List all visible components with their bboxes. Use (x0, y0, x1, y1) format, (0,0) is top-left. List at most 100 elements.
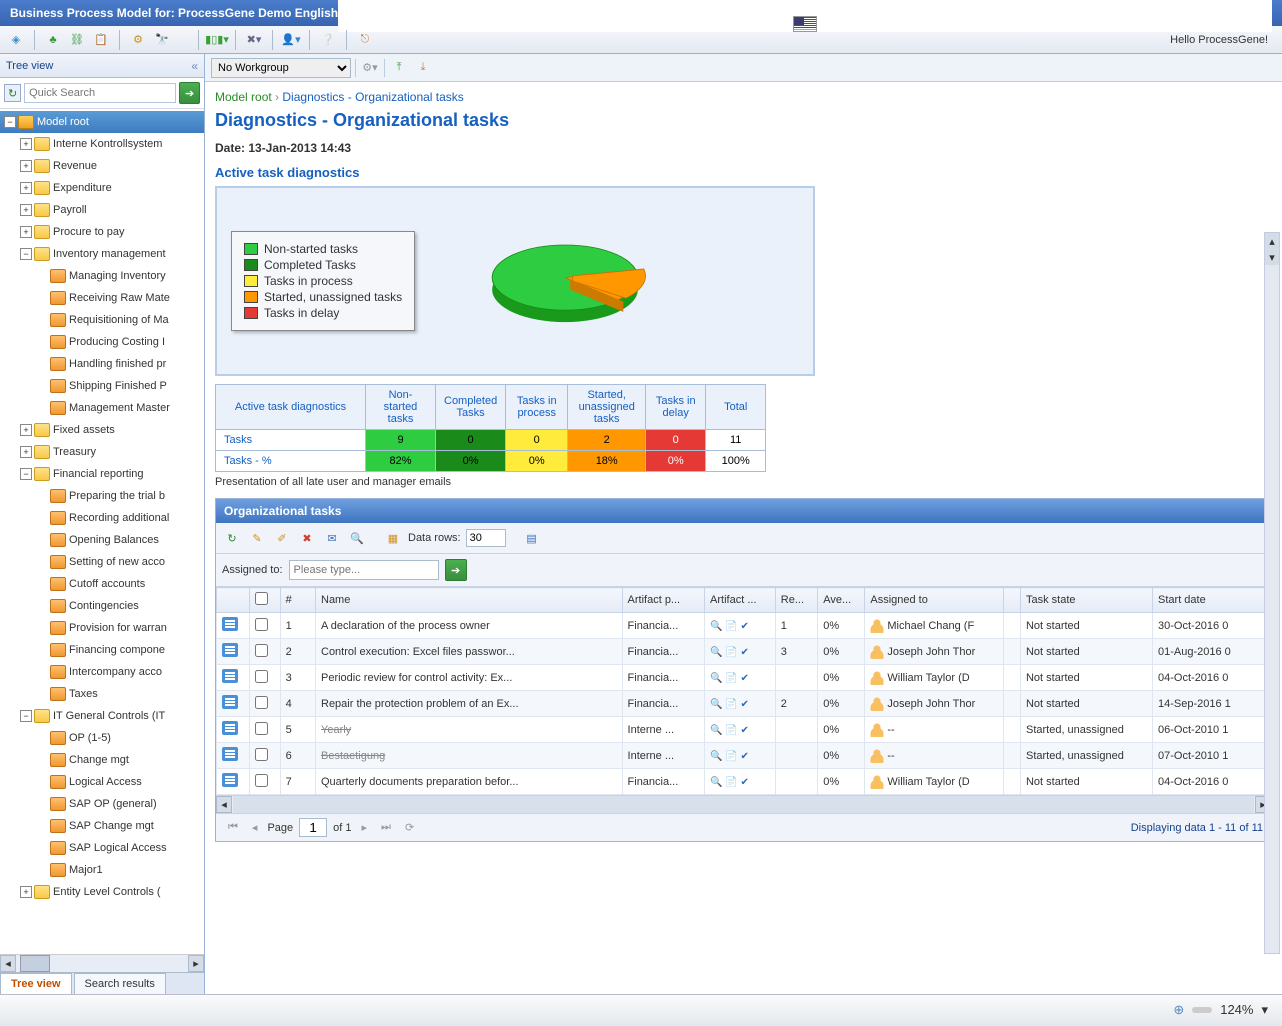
grid-icon[interactable]: ▦ (383, 528, 403, 548)
artifact-icons[interactable]: 🔍 📄 ✔ (710, 699, 749, 710)
breadcrumb-current[interactable]: Diagnostics - Organizational tasks (282, 90, 463, 104)
grid-h-scrollbar[interactable]: ◂▸ (216, 795, 1271, 813)
tree-item[interactable]: +Expenditure (0, 177, 204, 199)
chart-icon[interactable]: ▮▯▮▾ (207, 30, 227, 50)
expand-icon[interactable]: + (20, 886, 32, 898)
row-checkbox[interactable] (255, 696, 268, 709)
expand-icon[interactable]: − (20, 710, 32, 722)
row-checkbox[interactable] (255, 670, 268, 683)
column-header[interactable]: Re... (775, 588, 817, 613)
tree-item[interactable]: −Financial reporting (0, 463, 204, 485)
column-header[interactable] (1004, 588, 1021, 613)
edit-icon[interactable]: ✐ (272, 528, 292, 548)
tree-item[interactable]: Producing Costing I (0, 331, 204, 353)
column-header[interactable]: Start date (1153, 588, 1271, 613)
search-go-button[interactable]: ➔ (179, 82, 200, 104)
table-row[interactable]: 7Quarterly documents preparation befor..… (217, 769, 1271, 795)
tree-root[interactable]: − Model root (0, 111, 204, 133)
column-header[interactable] (250, 588, 281, 613)
column-header[interactable]: # (280, 588, 315, 613)
column-header[interactable]: Ave... (818, 588, 865, 613)
delete-icon[interactable]: ✖ (297, 528, 317, 548)
tree-item[interactable]: Change mgt (0, 749, 204, 771)
artifact-icons[interactable]: 🔍 📄 ✔ (710, 621, 749, 632)
refresh-grid-icon[interactable]: ↻ (222, 528, 242, 548)
expand-icon[interactable]: + (20, 424, 32, 436)
pager-last-icon[interactable]: ⏭ (377, 821, 395, 834)
expand-icon[interactable]: + (20, 160, 32, 172)
artifact-icons[interactable]: 🔍 📄 ✔ (710, 725, 749, 736)
row-detail-icon[interactable] (222, 695, 238, 709)
row-checkbox[interactable] (255, 774, 268, 787)
tree-icon[interactable]: ♣ (43, 30, 63, 50)
artifact-icons[interactable]: 🔍 📄 ✔ (710, 751, 749, 762)
columns-icon[interactable]: ▤ (522, 528, 542, 548)
v-scrollbar[interactable]: ▴▾ (1264, 232, 1280, 954)
row-detail-icon[interactable] (222, 643, 238, 657)
expand-icon[interactable]: + (20, 204, 32, 216)
tree-item[interactable]: Financing compone (0, 639, 204, 661)
artifact-icons[interactable]: 🔍 📄 ✔ (710, 777, 749, 788)
artifact-icons[interactable]: 🔍 📄 ✔ (710, 647, 749, 658)
expand-icon[interactable]: + (20, 446, 32, 458)
binoculars-icon[interactable]: 🔭 (152, 30, 172, 50)
pager-prev-icon[interactable]: ◂ (248, 821, 262, 834)
zoom-fit-icon[interactable]: ⊕ (1173, 1002, 1184, 1018)
table-row[interactable]: 4Repair the protection problem of an Ex.… (217, 691, 1271, 717)
expand-icon[interactable]: − (20, 248, 32, 260)
tree-item[interactable]: Major1 (0, 859, 204, 881)
tree-item[interactable]: −IT General Controls (IT (0, 705, 204, 727)
pager-first-icon[interactable]: ⏮ (224, 821, 242, 834)
column-header[interactable]: Name (316, 588, 623, 613)
tree-item[interactable]: Cutoff accounts (0, 573, 204, 595)
tree-item[interactable]: Preparing the trial b (0, 485, 204, 507)
export-icon[interactable]: ⤒ (389, 58, 409, 78)
column-header[interactable] (217, 588, 250, 613)
tree-item[interactable]: +Procure to pay (0, 221, 204, 243)
tree-item[interactable]: +Revenue (0, 155, 204, 177)
hierarchy-icon[interactable]: ⛓ (67, 30, 87, 50)
tree-item[interactable]: +Payroll (0, 199, 204, 221)
search-input[interactable] (24, 83, 176, 103)
zoom-dropdown-icon[interactable]: ▾ (1261, 1002, 1268, 1018)
table-row[interactable]: 6BestaetigungInterne ...🔍 📄 ✔0%--Started… (217, 743, 1271, 769)
row-detail-icon[interactable] (222, 721, 238, 735)
tree-item[interactable]: Intercompany acco (0, 661, 204, 683)
assigned-to-input[interactable] (289, 560, 439, 580)
tree-item[interactable]: Setting of new acco (0, 551, 204, 573)
column-header[interactable]: Task state (1020, 588, 1152, 613)
expand-icon[interactable]: + (20, 138, 32, 150)
expand-icon[interactable]: + (20, 226, 32, 238)
refresh-icon[interactable]: ↻ (4, 84, 21, 102)
collapse-icon[interactable]: « (191, 59, 198, 73)
tree-item[interactable]: SAP OP (general) (0, 793, 204, 815)
pager-next-icon[interactable]: ▸ (358, 821, 372, 834)
tree-item[interactable]: +Fixed assets (0, 419, 204, 441)
tree-item[interactable]: −Inventory management (0, 243, 204, 265)
table-row[interactable]: 2Control execution: Excel files passwor.… (217, 639, 1271, 665)
tree-item[interactable]: +Entity Level Controls ( (0, 881, 204, 903)
tree-item[interactable]: SAP Change mgt (0, 815, 204, 837)
tree-item[interactable]: Opening Balances (0, 529, 204, 551)
zoom-icon[interactable]: 🔍 (347, 528, 367, 548)
select-all-checkbox[interactable] (255, 592, 268, 605)
table-row[interactable]: 5YearlyInterne ...🔍 📄 ✔0%--Started, unas… (217, 717, 1271, 743)
row-checkbox[interactable] (255, 644, 268, 657)
flag-icon[interactable] (793, 16, 817, 32)
import-icon[interactable]: ⤓ (413, 58, 433, 78)
row-checkbox[interactable] (255, 722, 268, 735)
gear-icon[interactable]: ⚙ (128, 30, 148, 50)
table-row[interactable]: 3Periodic review for control activity: E… (217, 665, 1271, 691)
tree-item[interactable]: Logical Access (0, 771, 204, 793)
gear2-icon[interactable]: ⚙▾ (360, 58, 380, 78)
tree-item[interactable]: Contingencies (0, 595, 204, 617)
help-icon[interactable]: ❔ (318, 30, 338, 50)
h-scrollbar[interactable]: ◂▸ (0, 954, 204, 972)
clipboard-icon[interactable]: 📋 (91, 30, 111, 50)
workgroup-select[interactable]: No Workgroup (211, 58, 351, 78)
row-detail-icon[interactable] (222, 617, 238, 631)
row-detail-icon[interactable] (222, 669, 238, 683)
artifact-icons[interactable]: 🔍 📄 ✔ (710, 673, 749, 684)
zoom-slider[interactable] (1192, 1007, 1212, 1013)
mail-icon[interactable]: ✉ (322, 528, 342, 548)
